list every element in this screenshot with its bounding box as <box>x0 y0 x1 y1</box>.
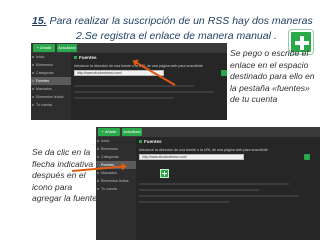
feed-url-input[interactable]: http://www.elcolombiano.com/ <box>139 154 244 160</box>
callout-click-arrow: Se da clic en la flecha indicativa y des… <box>32 147 100 203</box>
sidebar-item-fuentes[interactable]: Fuentes <box>31 77 71 85</box>
reader-sidebar: Inicio Elementos Categorías Fuentes Marc… <box>96 137 136 240</box>
add-feed-icon[interactable] <box>160 169 169 178</box>
panel-title: Fuentes <box>139 139 162 144</box>
reader-screenshot-bottom: + Añadir Actualizar Inicio Elementos Cat… <box>96 127 320 240</box>
slide-title: 15. Para realizar la suscripción de un R… <box>0 0 320 44</box>
placeholder-line <box>74 97 174 99</box>
sidebar-item-leidos[interactable]: Elementos leídos <box>96 177 136 185</box>
reader-sidebar: Inicio Elementos Categorías Fuentes Marc… <box>31 53 71 120</box>
placeholder-line <box>139 195 299 197</box>
sidebar-item-elementos[interactable]: Elementos <box>31 61 71 69</box>
sidebar-item-categorias[interactable]: Categorías <box>31 69 71 77</box>
sidebar-item-elementos[interactable]: Elementos <box>96 145 136 153</box>
reader-toolbar: + Añadir Actualizar <box>31 43 227 53</box>
slide-title-number: 15. <box>32 15 47 27</box>
add-button[interactable]: + Añadir <box>98 128 120 136</box>
slide-title-text: Para realizar la suscripción de un RSS h… <box>46 15 313 27</box>
reader-content: Fuentes Introduce la dirección de una fu… <box>71 53 227 120</box>
placeholder-line <box>74 91 214 93</box>
arrow-go-button[interactable] <box>304 154 310 160</box>
callout-paste-link: Se pego o escribe el enlace en el espaci… <box>230 48 315 104</box>
refresh-button[interactable]: Actualizar <box>57 44 77 52</box>
sidebar-item-marcados[interactable]: Marcados <box>31 85 71 93</box>
panel-instructions: Introduce la dirección de una fuente o l… <box>139 148 268 152</box>
sidebar-item-marcados[interactable]: Marcados <box>96 169 136 177</box>
add-button[interactable]: + Añadir <box>33 44 55 52</box>
reader-content: Fuentes Introduce la dirección de una fu… <box>136 137 320 240</box>
sidebar-item-cuenta[interactable]: Tu cuenta <box>96 185 136 193</box>
arrow-go-button[interactable] <box>221 70 227 76</box>
refresh-button[interactable]: Actualizar <box>122 128 142 136</box>
panel-title: Fuentes <box>74 55 97 60</box>
placeholder-line <box>139 183 289 185</box>
placeholder-line <box>139 189 259 191</box>
slide-title-line2: 2.Se registra el enlace de manera manual… <box>76 30 277 42</box>
sidebar-item-cuenta[interactable]: Tu cuenta <box>31 101 71 109</box>
placeholder-line <box>139 201 229 203</box>
reader-toolbar: + Añadir Actualizar <box>96 127 320 137</box>
sidebar-item-leidos[interactable]: Elementos leídos <box>31 93 71 101</box>
reader-screenshot-top: + Añadir Actualizar Inicio Elementos Cat… <box>31 43 227 120</box>
sidebar-item-categorias[interactable]: Categorías <box>96 153 136 161</box>
sidebar-item-inicio[interactable]: Inicio <box>31 53 71 61</box>
sidebar-item-inicio[interactable]: Inicio <box>96 137 136 145</box>
slide-title-line1: 15. Para realizar la suscripción de un R… <box>32 15 313 27</box>
placeholder-line <box>74 85 194 87</box>
